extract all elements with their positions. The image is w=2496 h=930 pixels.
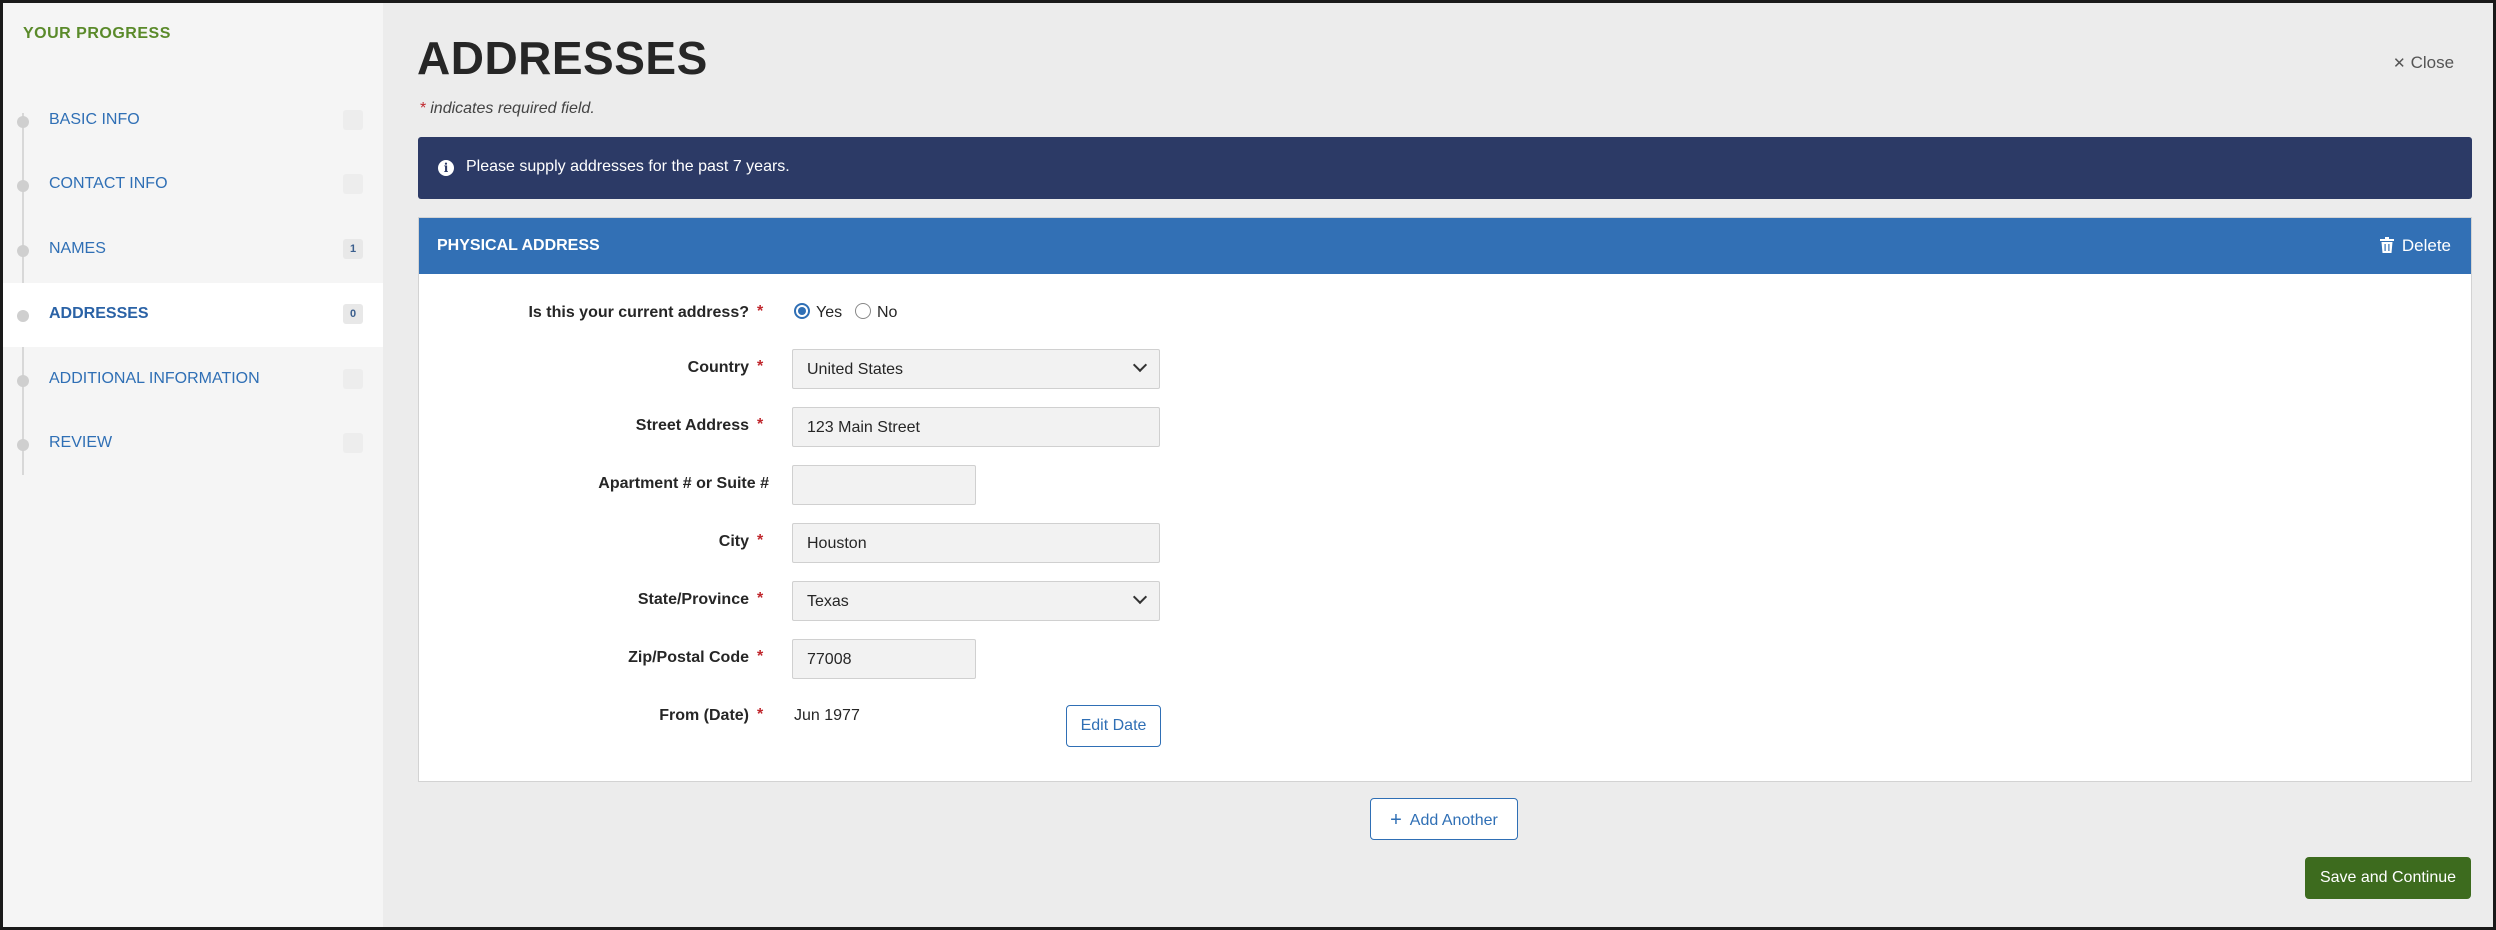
info-banner: i Please supply addresses for the past 7… xyxy=(418,137,2472,199)
info-banner-text: Please supply addresses for the past 7 y… xyxy=(466,158,790,175)
progress-sidebar: YOUR PROGRESS BASIC INFO CONTACT INFO NA… xyxy=(3,3,383,927)
sidebar-item-additional-information[interactable]: ADDITIONAL INFORMATION xyxy=(3,348,383,412)
sidebar-item-addresses[interactable]: ADDRESSES 0 xyxy=(3,283,383,347)
add-another-button[interactable]: + Add Another xyxy=(1370,798,1518,840)
step-badge: 0 xyxy=(343,304,363,324)
apartment-input[interactable] xyxy=(792,465,976,505)
apartment-label: Apartment # or Suite # xyxy=(598,475,769,492)
progress-title: YOUR PROGRESS xyxy=(23,25,171,42)
card-title: PHYSICAL ADDRESS xyxy=(437,237,600,254)
sidebar-item-label: CONTACT INFO xyxy=(49,175,168,192)
required-asterisk: * xyxy=(757,358,764,375)
sidebar-item-label: BASIC INFO xyxy=(49,111,140,128)
sidebar-item-review[interactable]: REVIEW xyxy=(3,412,383,476)
city-label: City xyxy=(718,533,749,550)
step-badge: 1 xyxy=(343,239,363,259)
required-asterisk: * xyxy=(757,303,764,320)
city-input[interactable]: Houston xyxy=(792,523,1160,563)
street-address-input[interactable]: 123 Main Street xyxy=(792,407,1160,447)
trash-icon xyxy=(2379,237,2394,253)
edit-date-button[interactable]: Edit Date xyxy=(1066,705,1161,747)
close-button[interactable]: ✕ Close xyxy=(2393,53,2454,73)
step-dot xyxy=(17,375,29,387)
state-label: State/Province xyxy=(637,591,749,608)
required-asterisk: * xyxy=(757,590,764,607)
plus-icon: + xyxy=(1390,809,1402,831)
current-address-yes-radio[interactable] xyxy=(794,303,810,319)
step-dot xyxy=(17,116,29,128)
add-another-label: Add Another xyxy=(1409,812,1498,829)
zip-label: Zip/Postal Code xyxy=(628,649,749,666)
delete-label: Delete xyxy=(2401,236,2451,255)
step-dot xyxy=(17,245,29,257)
required-asterisk: * xyxy=(757,706,764,723)
required-asterisk: * xyxy=(757,416,764,433)
sidebar-item-names[interactable]: NAMES 1 xyxy=(3,218,383,282)
current-address-no-radio[interactable] xyxy=(855,303,871,319)
sidebar-item-label: ADDITIONAL INFORMATION xyxy=(49,370,260,387)
required-note-text: indicates required field. xyxy=(430,100,595,117)
sidebar-item-label: NAMES xyxy=(49,240,106,257)
step-dot xyxy=(17,439,29,451)
required-asterisk: * xyxy=(420,100,427,117)
required-field-note: * indicates required field. xyxy=(420,100,595,118)
country-value: United States xyxy=(807,361,904,378)
state-select[interactable]: Texas xyxy=(792,581,1160,621)
sidebar-item-basic-info[interactable]: BASIC INFO xyxy=(3,89,383,153)
zip-input[interactable]: 77008 xyxy=(792,639,976,679)
sidebar-item-label: REVIEW xyxy=(49,434,113,451)
physical-address-card: PHYSICAL ADDRESS Delete Is this your cur… xyxy=(418,217,2472,782)
card-header: PHYSICAL ADDRESS Delete xyxy=(419,218,2471,274)
required-asterisk: * xyxy=(757,648,764,665)
step-badge xyxy=(343,110,363,130)
yes-option-label: Yes xyxy=(816,304,843,321)
step-badge xyxy=(343,433,363,453)
country-select[interactable]: United States xyxy=(792,349,1160,389)
street-address-label: Street Address xyxy=(635,417,749,434)
app-frame: YOUR PROGRESS BASIC INFO CONTACT INFO NA… xyxy=(3,3,2493,927)
no-option-label: No xyxy=(877,304,898,321)
required-asterisk: * xyxy=(757,532,764,549)
sidebar-item-contact-info[interactable]: CONTACT INFO xyxy=(3,153,383,217)
sidebar-item-label: ADDRESSES xyxy=(49,305,149,322)
chevron-down-icon xyxy=(1132,357,1148,373)
from-date-value: Jun 1977 xyxy=(794,707,860,724)
state-value: Texas xyxy=(807,593,849,610)
current-address-label: Is this your current address? xyxy=(528,304,749,321)
country-label: Country xyxy=(687,359,749,376)
from-date-label: From (Date) xyxy=(659,707,749,724)
delete-button[interactable]: Delete xyxy=(2379,235,2451,256)
close-label: Close xyxy=(2410,53,2455,72)
step-badge xyxy=(343,174,363,194)
info-icon: i xyxy=(438,160,454,176)
save-and-continue-button[interactable]: Save and Continue xyxy=(2305,857,2471,899)
step-dot xyxy=(17,310,29,322)
step-dot xyxy=(17,180,29,192)
close-icon: ✕ xyxy=(2393,55,2406,72)
step-badge xyxy=(343,369,363,389)
chevron-down-icon xyxy=(1132,589,1148,605)
page-title: ADDRESSES xyxy=(417,32,708,84)
